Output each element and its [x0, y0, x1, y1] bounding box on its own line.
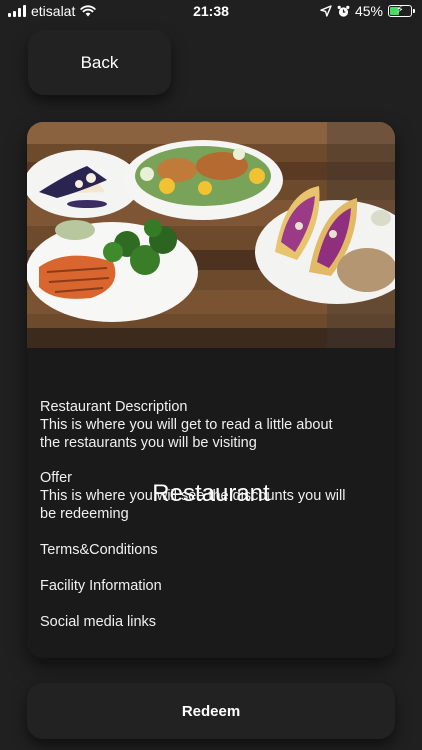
- location-arrow-icon: [320, 5, 332, 17]
- restaurant-card: Restaurant Restaurant Description This i…: [27, 122, 395, 658]
- redeem-button-label: Redeem: [181, 702, 241, 720]
- description-text-line-1: This is where you will get to read a lit…: [40, 417, 333, 433]
- description-text-line-2: the restaurants you will be visiting: [40, 435, 257, 451]
- offer-section: Offer This is where you will see the dis…: [40, 469, 380, 523]
- facility-information: Facility Information: [40, 578, 162, 594]
- restaurant-food-image: [27, 122, 395, 348]
- back-button-label: Back: [80, 53, 119, 72]
- social-media-links: Social media links: [40, 614, 157, 630]
- offer-text-line-1: This is where you will see the discounts…: [40, 488, 346, 504]
- offer-heading: Offer: [40, 470, 72, 486]
- offer-text-line-2: be redeeming: [40, 506, 129, 522]
- status-right: 45% ⚡: [320, 3, 415, 19]
- back-button[interactable]: Back: [28, 31, 171, 95]
- description-section: Restaurant Description This is where you…: [40, 398, 380, 452]
- redeem-button[interactable]: Redeem: [27, 683, 395, 739]
- alarm-icon: [337, 5, 350, 17]
- description-heading: Restaurant Description: [40, 399, 188, 415]
- battery-percent: 45%: [354, 3, 383, 19]
- status-bar: etisalat 21:38 45% ⚡: [0, 0, 422, 24]
- charging-bolt-icon: ⚡: [396, 4, 404, 16]
- terms-conditions: Terms&Conditions: [40, 542, 158, 558]
- battery-icon: ⚡: [388, 4, 415, 17]
